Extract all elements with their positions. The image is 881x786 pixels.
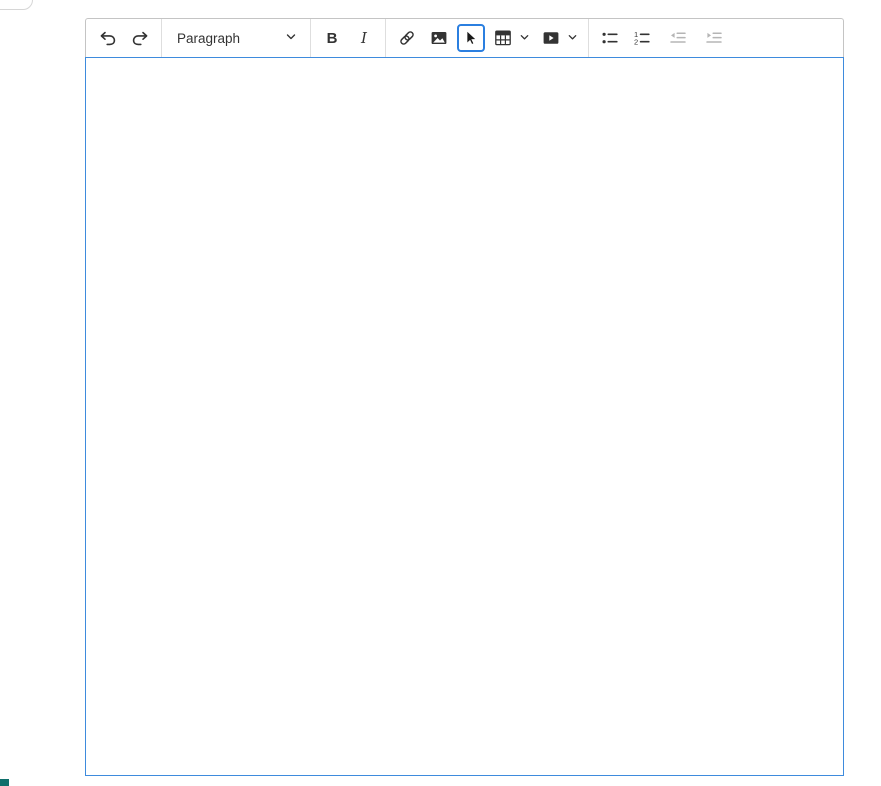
rich-text-editor: Paragraph B I bbox=[85, 18, 844, 776]
numbered-list-button[interactable]: 1 2 bbox=[628, 24, 656, 52]
bold-label: B bbox=[327, 30, 338, 47]
corner-accent bbox=[0, 779, 9, 786]
editor-toolbar: Paragraph B I bbox=[85, 18, 844, 57]
outdent-icon bbox=[668, 28, 688, 48]
chevron-down-icon bbox=[567, 31, 578, 46]
indent-icon bbox=[704, 28, 724, 48]
insert-media-button[interactable] bbox=[537, 24, 565, 52]
link-icon bbox=[397, 28, 417, 48]
page-corner-fragment bbox=[0, 0, 33, 10]
chevron-down-icon bbox=[285, 31, 297, 46]
toolbar-separator bbox=[588, 19, 589, 57]
numbered-list-icon: 1 2 bbox=[632, 28, 652, 48]
bulleted-list-button[interactable] bbox=[596, 24, 624, 52]
redo-arrow-icon bbox=[130, 28, 150, 48]
media-play-icon bbox=[541, 28, 561, 48]
toolbar-separator bbox=[310, 19, 311, 57]
editor-content-area[interactable] bbox=[85, 57, 844, 776]
undo-arrow-icon bbox=[98, 28, 118, 48]
chevron-down-icon bbox=[519, 31, 530, 46]
heading-dropdown[interactable]: Paragraph bbox=[169, 24, 303, 52]
undo-button[interactable] bbox=[94, 24, 122, 52]
svg-text:2: 2 bbox=[634, 38, 638, 47]
redo-button[interactable] bbox=[126, 24, 154, 52]
toolbar-separator bbox=[385, 19, 386, 57]
media-split-button bbox=[537, 24, 579, 52]
italic-button[interactable]: I bbox=[350, 24, 378, 52]
bulleted-list-icon bbox=[600, 28, 620, 48]
bold-button[interactable]: B bbox=[318, 24, 346, 52]
insert-table-button[interactable] bbox=[489, 24, 517, 52]
table-split-button bbox=[489, 24, 531, 52]
italic-label: I bbox=[361, 29, 367, 47]
insert-image-button[interactable] bbox=[425, 24, 453, 52]
table-dropdown-chevron[interactable] bbox=[517, 24, 531, 52]
mouse-cursor-icon bbox=[461, 28, 481, 48]
media-dropdown-chevron[interactable] bbox=[565, 24, 579, 52]
outdent-button[interactable] bbox=[664, 24, 692, 52]
table-icon bbox=[493, 28, 513, 48]
indent-button[interactable] bbox=[700, 24, 728, 52]
selected-toolbar-button[interactable] bbox=[457, 24, 485, 52]
image-icon bbox=[429, 28, 449, 48]
heading-dropdown-value: Paragraph bbox=[177, 31, 240, 46]
link-button[interactable] bbox=[393, 24, 421, 52]
toolbar-separator bbox=[161, 19, 162, 57]
